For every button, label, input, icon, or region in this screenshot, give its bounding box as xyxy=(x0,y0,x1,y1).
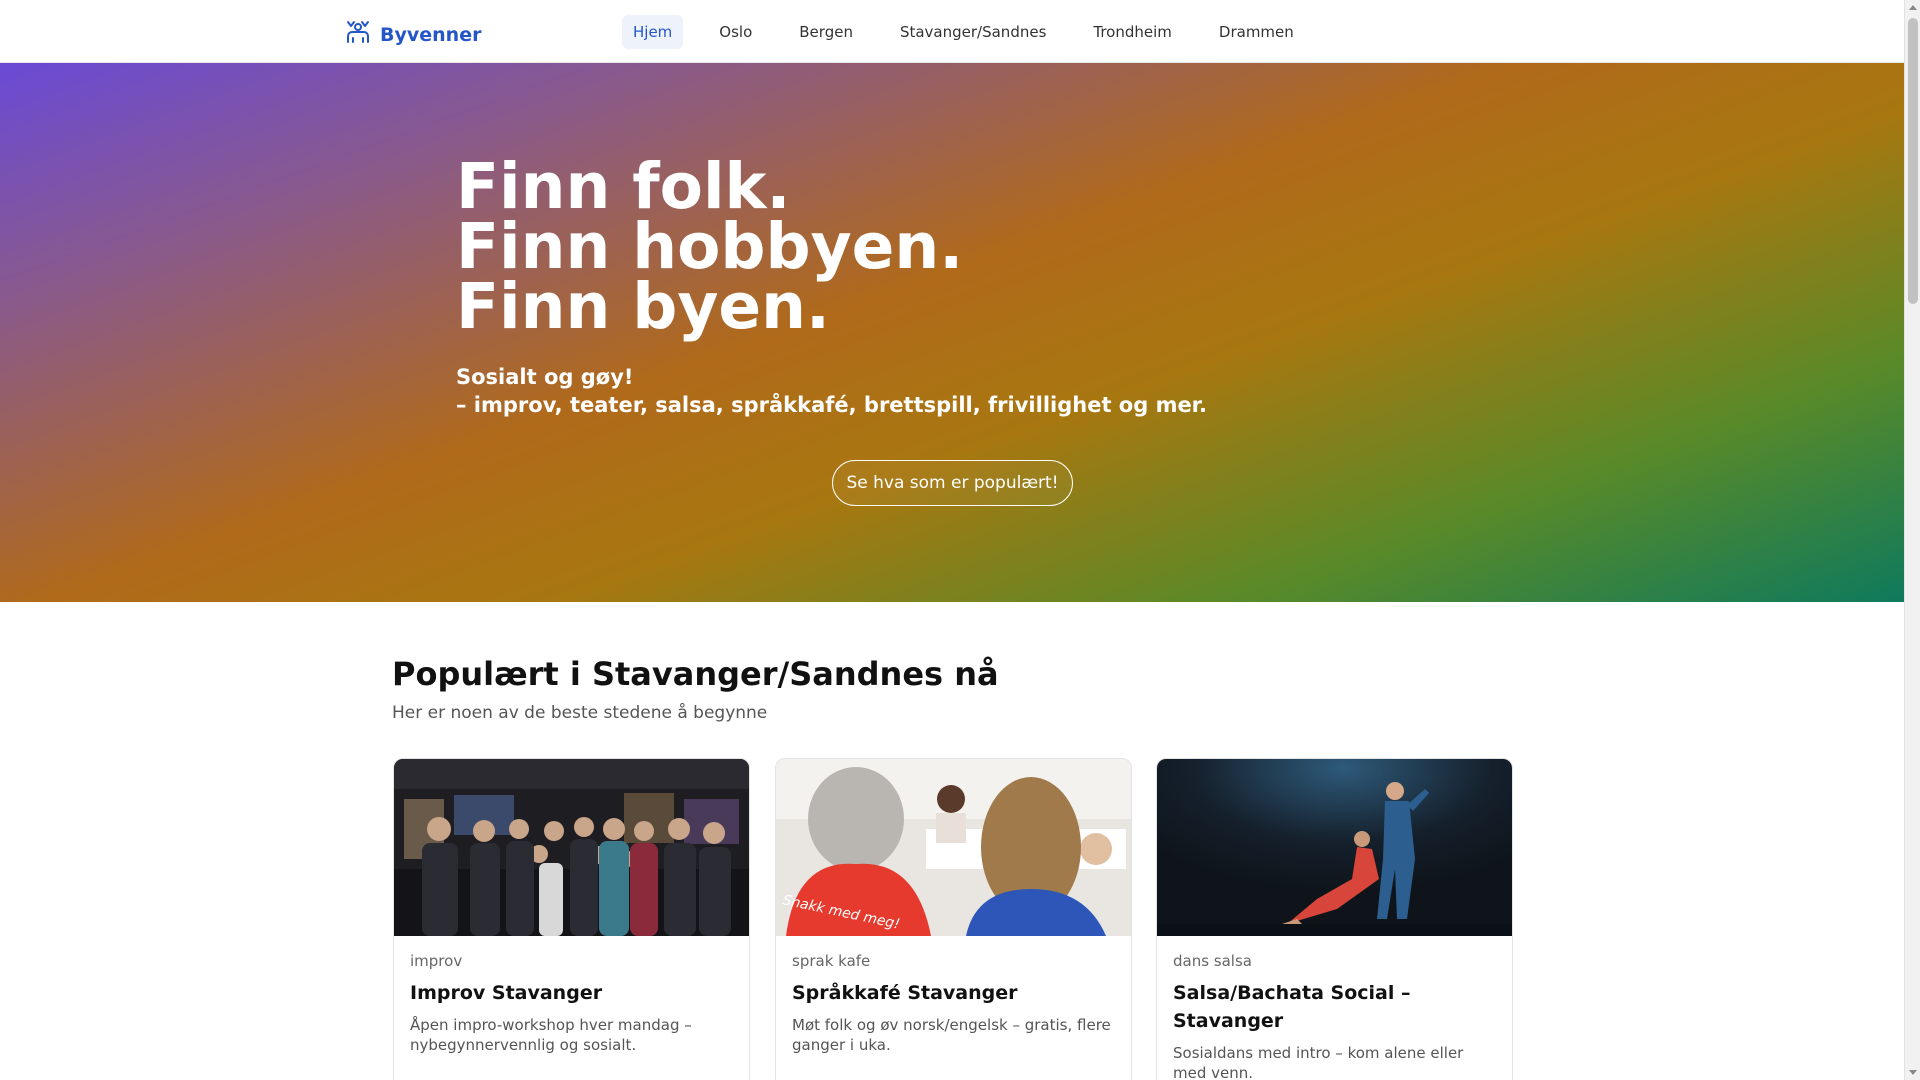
card-description: Sosialdans med intro – kom alene eller m… xyxy=(1173,1044,1464,1080)
scroll-down-icon[interactable] xyxy=(1909,1070,1917,1075)
card-tag: improv xyxy=(410,952,463,970)
activity-card-sprakkafe[interactable]: Snakk med meg! sprak kafe Språkkafé Stav… xyxy=(775,758,1132,1080)
card-description: Åpen impro-workshop hver mandag – nybegy… xyxy=(410,1016,692,1054)
hero-subtitle-line: Sosialt og gøy! xyxy=(456,365,634,389)
brand-logo[interactable]: Byvenner xyxy=(344,18,481,51)
hero-title-line: Finn byen. xyxy=(456,270,830,343)
section-title: Populært i Stavanger/Sandnes nå xyxy=(392,655,999,693)
card-title: Språkkafé Stavanger xyxy=(792,982,1018,1004)
activity-card-improv[interactable]: improv Improv Stavanger Åpen impro-works… xyxy=(393,758,750,1080)
main-nav: Hjem Oslo Bergen Stavanger/Sandnes Trond… xyxy=(622,15,1305,49)
nav-item-oslo[interactable]: Oslo xyxy=(708,15,763,49)
card-title: Improv Stavanger xyxy=(410,982,603,1004)
hero-title: Finn folk. Finn hobbyen. Finn byen. xyxy=(456,150,964,343)
activity-card-salsa[interactable]: dans salsa Salsa/Bachata Social – Stavan… xyxy=(1156,758,1513,1080)
page-scrollbar[interactable] xyxy=(1904,0,1920,1080)
cafe-photo: Snakk med meg! xyxy=(776,759,1131,936)
hero-subtitle-line: – improv, teater, salsa, språkkafé, bret… xyxy=(456,393,1208,417)
hero-title-line: Finn hobbyen. xyxy=(456,210,964,283)
card-title: Salsa/Bachata Social – Stavanger xyxy=(1173,982,1411,1032)
hero-subtitle: Sosialt og gøy! – improv, teater, salsa,… xyxy=(456,363,1207,419)
card-tag: sprak kafe xyxy=(792,952,871,970)
nav-item-hjem[interactable]: Hjem xyxy=(622,15,684,49)
nav-item-drammen[interactable]: Drammen xyxy=(1208,15,1305,49)
nav-item-stavanger-sandnes[interactable]: Stavanger/Sandnes xyxy=(889,15,1057,49)
hero-banner: Finn folk. Finn hobbyen. Finn byen. Sosi… xyxy=(0,63,1904,602)
nav-item-bergen[interactable]: Bergen xyxy=(788,15,864,49)
people-icon xyxy=(344,18,372,51)
scroll-up-icon[interactable] xyxy=(1909,5,1917,10)
top-navbar: Byvenner Hjem Oslo Bergen Stavanger/Sand… xyxy=(0,0,1904,63)
scroll-thumb[interactable] xyxy=(1908,18,1918,304)
card-description: Møt folk og øv norsk/engelsk – gratis, f… xyxy=(792,1016,1111,1054)
popular-cta-button[interactable]: Se hva som er populært! xyxy=(832,460,1073,506)
brand-name: Byvenner xyxy=(380,23,482,46)
hero-title-line: Finn folk. xyxy=(456,150,791,223)
dance-photo xyxy=(1157,759,1512,936)
nav-item-trondheim[interactable]: Trondheim xyxy=(1082,15,1183,49)
card-tag: dans salsa xyxy=(1173,952,1252,970)
group-photo xyxy=(394,759,749,936)
section-subtitle: Her er noen av de beste stedene å begynn… xyxy=(392,703,768,723)
